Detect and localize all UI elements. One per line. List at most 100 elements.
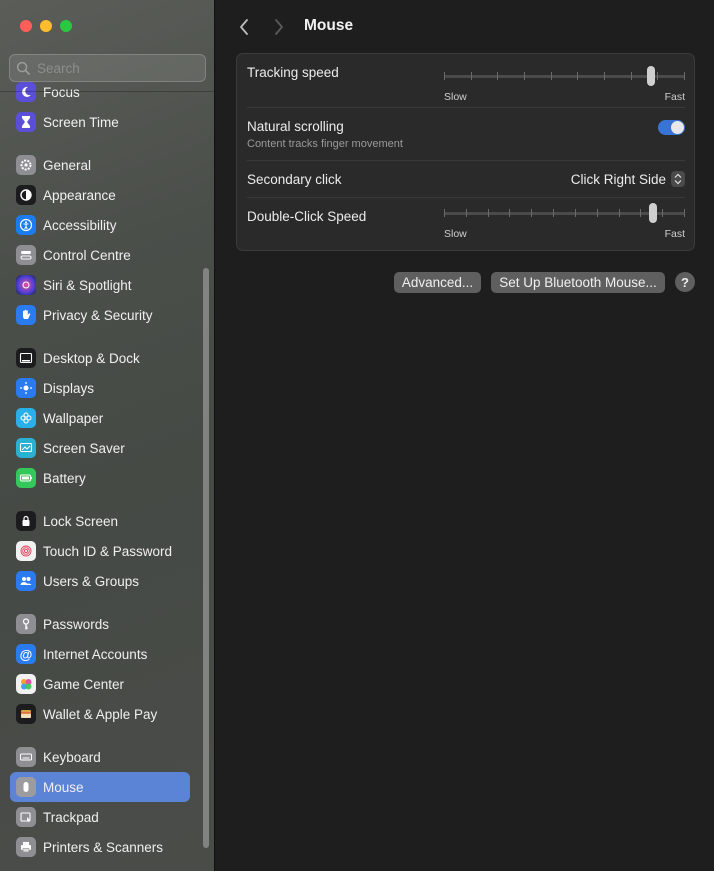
sidebar-item-privacy-security[interactable]: Privacy & Security bbox=[10, 300, 190, 330]
at-icon: @ bbox=[16, 644, 36, 664]
keyboard-icon bbox=[16, 747, 36, 767]
up-down-chevron-icon bbox=[671, 171, 685, 187]
slider-tick bbox=[553, 209, 554, 217]
trackpad-icon bbox=[16, 807, 36, 827]
slider-thumb[interactable] bbox=[647, 66, 655, 86]
hourglass-icon bbox=[16, 112, 36, 132]
sidebar-item-label: General bbox=[43, 157, 92, 173]
sidebar-item-label: Mouse bbox=[43, 779, 84, 795]
natural-scrolling-row: Natural scrolling Content tracks finger … bbox=[247, 118, 685, 158]
sidebar: Focus Screen Time General Appearance Acc… bbox=[0, 0, 215, 871]
tracking-speed-slider[interactable]: Slow Fast bbox=[444, 66, 685, 103]
accessibility-icon bbox=[16, 215, 36, 235]
double-click-speed-slider[interactable]: Slow Fast bbox=[444, 203, 685, 240]
row-divider bbox=[247, 107, 685, 108]
sidebar-item-printers-scanners[interactable]: Printers & Scanners bbox=[10, 832, 190, 862]
sidebar-item-general[interactable]: General bbox=[10, 150, 190, 180]
slider-tick bbox=[662, 209, 663, 217]
sidebar-item-users-groups[interactable]: Users & Groups bbox=[10, 566, 190, 596]
sidebar-item-wallet-apple-pay[interactable]: Wallet & Apple Pay bbox=[10, 699, 190, 729]
sidebar-item-label: Game Center bbox=[43, 676, 125, 692]
secondary-click-row: Secondary click Click Right Side bbox=[247, 171, 685, 195]
slider-tick bbox=[471, 72, 472, 80]
chevron-left-icon bbox=[240, 19, 248, 35]
sidebar-scrollbar[interactable] bbox=[203, 268, 209, 848]
secondary-click-popup[interactable]: Click Right Side bbox=[571, 171, 685, 187]
sidebar-item-siri-spotlight[interactable]: Siri & Spotlight bbox=[10, 270, 190, 300]
chevron-right-icon bbox=[275, 19, 283, 35]
sidebar-item-battery[interactable]: Battery bbox=[10, 463, 190, 493]
dock-icon bbox=[16, 348, 36, 368]
slider-tick bbox=[597, 209, 598, 217]
forward-button[interactable] bbox=[269, 16, 289, 38]
appearance-icon bbox=[16, 185, 36, 205]
sidebar-item-control-centre[interactable]: Control Centre bbox=[10, 240, 190, 270]
sidebar-item-label: Privacy & Security bbox=[43, 307, 153, 323]
lock-icon bbox=[16, 511, 36, 531]
sidebar-item-label: Control Centre bbox=[43, 247, 131, 263]
secondary-click-value: Click Right Side bbox=[570, 171, 666, 187]
sidebar-item-label: Wallpaper bbox=[43, 410, 104, 426]
zoom-window-button[interactable] bbox=[60, 20, 72, 32]
search-input[interactable] bbox=[37, 60, 197, 76]
sidebar-item-game-center[interactable]: Game Center bbox=[10, 669, 190, 699]
sidebar-item-trackpad[interactable]: Trackpad bbox=[10, 802, 190, 832]
mouse-icon bbox=[16, 777, 36, 797]
natural-scrolling-toggle[interactable] bbox=[658, 120, 685, 135]
sidebar-item-label: Desktop & Dock bbox=[43, 350, 140, 366]
slider-tick bbox=[631, 72, 632, 80]
sidebar-item-keyboard[interactable]: Keyboard bbox=[10, 742, 190, 772]
row-divider bbox=[247, 197, 685, 198]
game-center-icon bbox=[16, 674, 36, 694]
help-button[interactable]: ? bbox=[675, 272, 695, 292]
natural-scrolling-label: Natural scrolling bbox=[247, 119, 344, 134]
close-window-button[interactable] bbox=[20, 20, 32, 32]
sidebar-item-accessibility[interactable]: Accessibility bbox=[10, 210, 190, 240]
control-centre-icon bbox=[16, 245, 36, 265]
slider-tick bbox=[640, 209, 641, 217]
slider-tick bbox=[444, 209, 445, 217]
sidebar-item-label: Trackpad bbox=[43, 809, 99, 825]
sidebar-item-screen-time[interactable]: Screen Time bbox=[10, 107, 190, 137]
sidebar-item-desktop-dock[interactable]: Desktop & Dock bbox=[10, 343, 190, 373]
slider-tick bbox=[524, 72, 525, 80]
hand-icon bbox=[16, 305, 36, 325]
sidebar-item-label: Focus bbox=[43, 84, 80, 100]
sidebar-item-touch-id-password[interactable]: Touch ID & Password bbox=[10, 536, 190, 566]
sidebar-item-screen-saver[interactable]: Screen Saver bbox=[10, 433, 190, 463]
slider-tick bbox=[619, 209, 620, 217]
slider-tick bbox=[497, 72, 498, 80]
sidebar-item-mouse[interactable]: Mouse bbox=[10, 772, 190, 802]
sidebar-item-displays[interactable]: Displays bbox=[10, 373, 190, 403]
toggle-knob bbox=[671, 121, 684, 134]
slider-tick bbox=[551, 72, 552, 80]
slider-tick bbox=[488, 209, 489, 217]
sidebar-item-focus[interactable]: Focus bbox=[10, 77, 190, 107]
sidebar-item-lock-screen[interactable]: Lock Screen bbox=[10, 506, 190, 536]
printer-icon bbox=[16, 837, 36, 857]
sidebar-item-internet-accounts[interactable]: @ Internet Accounts bbox=[10, 639, 190, 669]
back-button[interactable] bbox=[234, 16, 254, 38]
sidebar-item-label: Wallet & Apple Pay bbox=[43, 706, 158, 722]
sidebar-item-passwords[interactable]: Passwords bbox=[10, 609, 190, 639]
sidebar-item-wallpaper[interactable]: Wallpaper bbox=[10, 403, 190, 433]
sidebar-item-label: Passwords bbox=[43, 616, 110, 632]
sidebar-item-appearance[interactable]: Appearance bbox=[10, 180, 190, 210]
window-controls bbox=[20, 20, 72, 32]
slider-tick bbox=[577, 72, 578, 80]
slider-tick bbox=[604, 72, 605, 80]
slider-thumb[interactable] bbox=[649, 203, 657, 223]
minimize-window-button[interactable] bbox=[40, 20, 52, 32]
double-click-speed-label: Double-Click Speed bbox=[247, 209, 367, 224]
wallet-icon bbox=[16, 704, 36, 724]
page-title: Mouse bbox=[304, 17, 354, 34]
slider-tick bbox=[466, 209, 467, 217]
key-icon bbox=[16, 614, 36, 634]
siri-icon bbox=[16, 275, 36, 295]
secondary-click-label: Secondary click bbox=[247, 172, 342, 187]
natural-scrolling-sublabel: Content tracks finger movement bbox=[247, 138, 403, 150]
sidebar-nav: Focus Screen Time General Appearance Acc… bbox=[10, 77, 190, 862]
advanced-button[interactable]: Advanced... bbox=[394, 272, 481, 293]
set-up-bluetooth-mouse-button[interactable]: Set Up Bluetooth Mouse... bbox=[491, 272, 665, 293]
sidebar-divider bbox=[0, 91, 214, 92]
